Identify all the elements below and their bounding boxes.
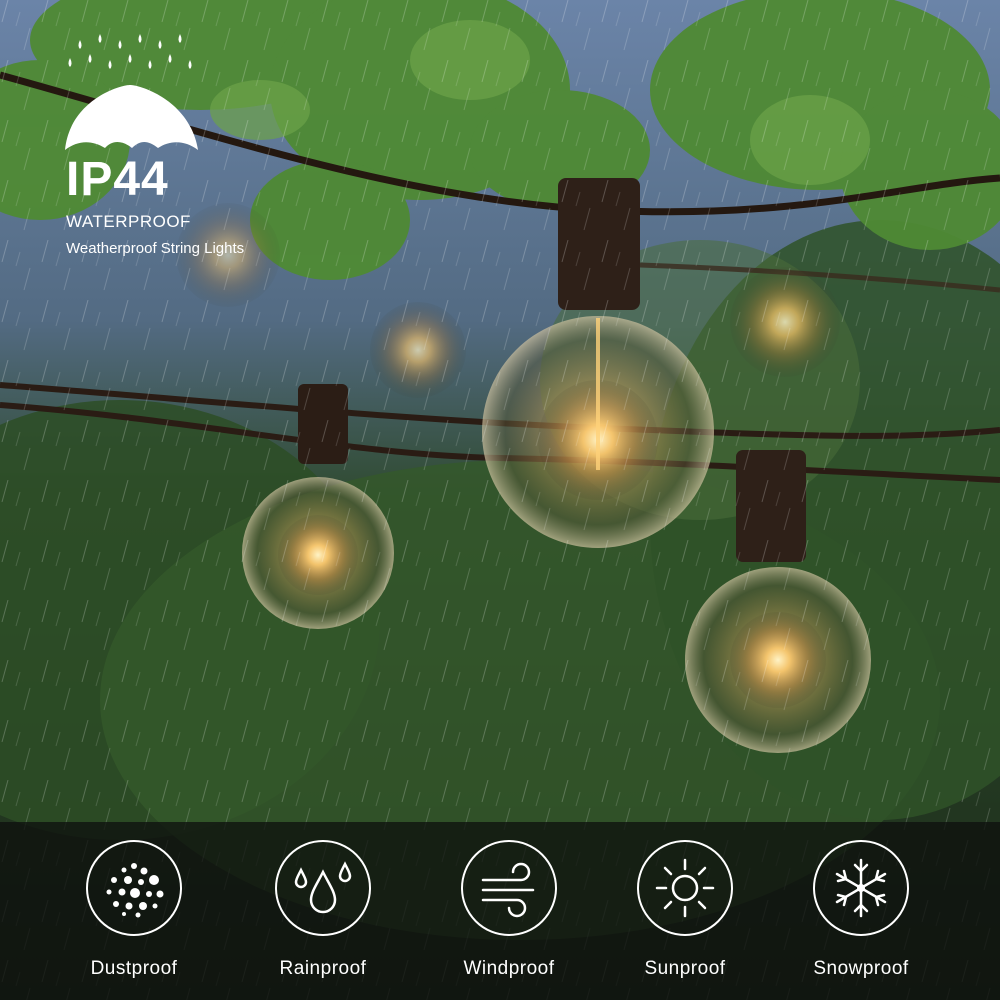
product-image: IP44 WATERPROOF Weatherproof String Ligh…	[0, 0, 1000, 1000]
feature-label: Rainproof	[279, 958, 367, 979]
ip-rating: IP44	[66, 153, 169, 206]
feature-label: Dustproof	[90, 958, 178, 979]
feature-sunproof: Sunproof	[605, 840, 765, 980]
feature-label: Snowproof	[813, 958, 909, 979]
feature-snowproof: Snowproof	[781, 840, 941, 980]
waterproof-label: WATERPROOF	[66, 212, 191, 231]
feature-bar: Dustproof Rainproof Windproof Sunproof S…	[0, 822, 1000, 1000]
sun-icon	[655, 858, 715, 918]
ip44-badge: IP44 WATERPROOF Weatherproof String Ligh…	[60, 30, 280, 257]
feature-windproof: Windproof	[429, 840, 589, 980]
product-subtitle: Weatherproof String Lights	[66, 240, 245, 257]
water-drops-icon	[294, 861, 352, 914]
feature-dustproof: Dustproof	[54, 840, 214, 980]
feature-rainproof: Rainproof	[243, 840, 403, 980]
wind-icon	[481, 862, 535, 918]
snowflake-icon	[835, 858, 887, 918]
umbrella-rain-icon	[65, 34, 198, 150]
feature-label: Windproof	[463, 958, 555, 979]
dust-particles-icon	[106, 863, 164, 918]
feature-label: Sunproof	[644, 958, 726, 979]
